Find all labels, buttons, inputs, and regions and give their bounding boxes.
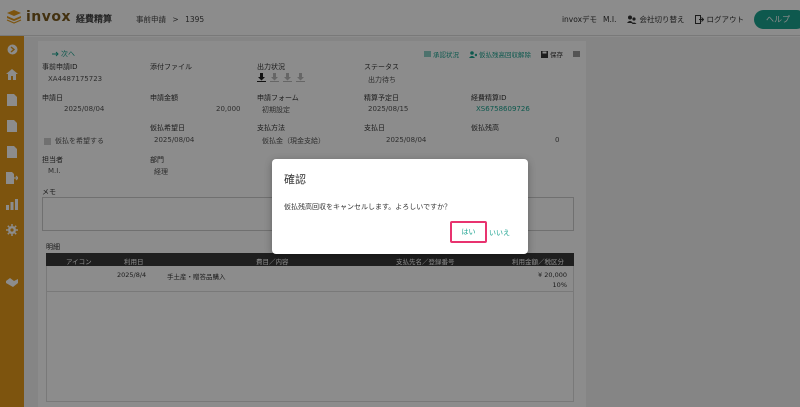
dialog-message: 仮払残高回収をキャンセルします。よろしいですか？	[284, 203, 452, 211]
dialog-title: 確認	[284, 173, 306, 186]
dialog-yes-button[interactable]: はい	[450, 221, 487, 243]
dialog-no-button[interactable]: いいえ	[489, 228, 510, 238]
confirm-dialog: 確認 仮払残高回収をキャンセルします。よろしいですか？ はい いいえ	[272, 159, 528, 254]
